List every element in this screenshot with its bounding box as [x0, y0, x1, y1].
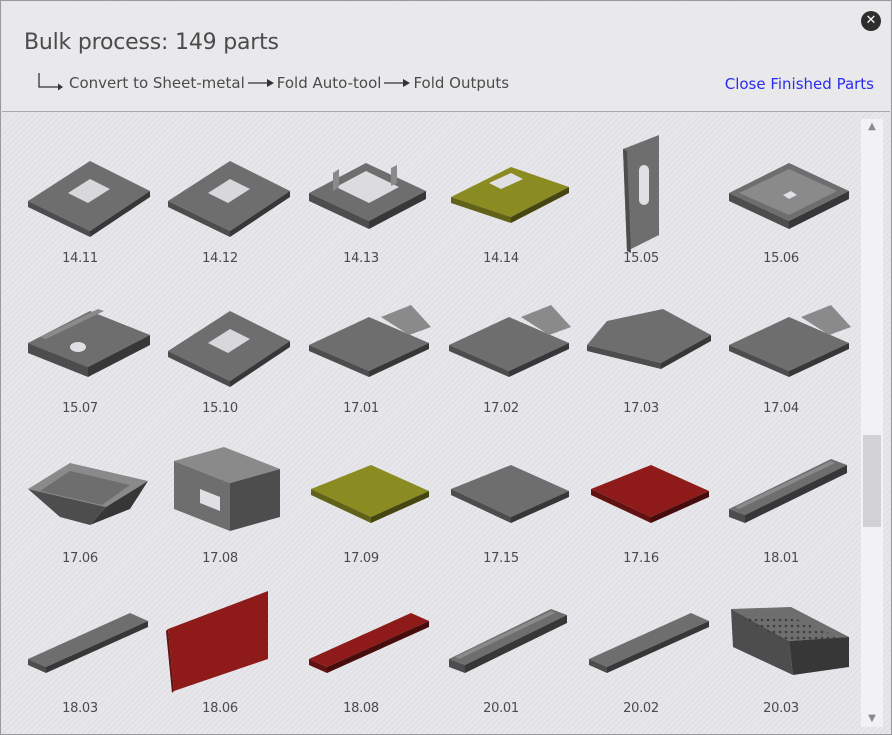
part-tile[interactable]: 17.09 — [291, 413, 431, 566]
part-tile[interactable]: 18.06 — [150, 563, 290, 716]
part-thumbnail — [28, 613, 148, 673]
parts-grid: 14.11 14.12 14.13 14.14 15.05 15.06 15.0… — [2, 113, 860, 734]
bulk-process-dialog: Bulk process: 149 parts ✕ Convert to She… — [0, 0, 892, 735]
part-label: 20.01 — [483, 701, 519, 716]
right-arrow-icon — [247, 76, 275, 90]
part-tile[interactable]: 18.03 — [10, 563, 150, 716]
part-tile[interactable]: 20.01 — [431, 563, 571, 716]
part-tile[interactable]: 14.13 — [291, 113, 431, 266]
part-tile[interactable]: 15.06 — [711, 113, 851, 266]
part-thumbnail — [309, 305, 431, 377]
scroll-thumb[interactable] — [863, 435, 881, 527]
part-tile[interactable]: 15.07 — [10, 263, 150, 416]
part-thumbnail — [168, 311, 290, 387]
part-tile[interactable]: 17.15 — [431, 413, 571, 566]
dialog-title: Bulk process: 149 parts — [24, 30, 279, 55]
part-tile[interactable]: 17.04 — [711, 263, 851, 416]
close-x-icon[interactable]: ✕ — [861, 11, 881, 31]
part-thumbnail — [731, 607, 849, 675]
part-tile[interactable]: 14.11 — [10, 113, 150, 266]
pipeline-step-fold-autotool: Fold Auto-tool — [276, 74, 382, 92]
part-thumbnail — [28, 309, 150, 377]
part-tile[interactable]: 17.06 — [10, 413, 150, 566]
part-tile[interactable]: 18.01 — [711, 413, 851, 566]
part-thumbnail — [174, 447, 280, 531]
close-finished-parts-link[interactable]: Close Finished Parts — [725, 75, 874, 93]
part-tile[interactable]: 20.03 — [711, 563, 851, 716]
part-thumbnail — [309, 613, 429, 673]
elbow-arrow-icon — [36, 72, 66, 92]
part-label: 20.03 — [763, 701, 799, 716]
scroll-up-icon[interactable]: ▲ — [861, 119, 883, 135]
part-tile[interactable]: 18.08 — [291, 563, 431, 716]
part-thumbnail — [729, 163, 849, 229]
part-thumbnail — [28, 161, 150, 237]
vertical-scrollbar[interactable]: ▲ ▼ — [861, 119, 883, 727]
scroll-down-icon[interactable]: ▼ — [861, 711, 883, 727]
part-tile[interactable]: 20.02 — [571, 563, 711, 716]
part-tile[interactable]: 17.08 — [150, 413, 290, 566]
pipeline-breadcrumb: Convert to Sheet-metal Fold Auto-tool Fo… — [36, 66, 510, 92]
part-thumbnail — [729, 459, 847, 523]
right-arrow-icon — [383, 76, 411, 90]
part-tile[interactable]: 15.10 — [150, 263, 290, 416]
part-tile[interactable]: 14.12 — [150, 113, 290, 266]
part-thumbnail — [591, 465, 709, 523]
part-thumbnail — [587, 309, 711, 369]
pipeline-step-convert: Convert to Sheet-metal — [69, 74, 245, 92]
part-label: 18.06 — [202, 701, 238, 716]
part-thumbnail — [729, 305, 851, 377]
part-tile[interactable]: 17.03 — [571, 263, 711, 416]
part-thumbnail — [449, 305, 571, 377]
part-thumbnail — [168, 161, 290, 237]
part-thumbnail — [166, 591, 268, 693]
part-label: 18.08 — [343, 701, 379, 716]
pipeline-step-fold-outputs: Fold Outputs — [413, 74, 510, 92]
part-tile[interactable]: 17.16 — [571, 413, 711, 566]
part-thumbnail — [309, 163, 426, 229]
part-thumbnail — [449, 609, 567, 673]
part-label: 20.02 — [623, 701, 659, 716]
part-thumbnail — [28, 463, 148, 525]
part-thumbnail — [589, 613, 709, 673]
part-thumbnail — [451, 167, 569, 223]
part-thumbnail — [451, 465, 569, 523]
part-tile[interactable]: 14.14 — [431, 113, 571, 266]
dialog-header: Bulk process: 149 parts ✕ Convert to She… — [2, 2, 890, 112]
part-label: 18.03 — [62, 701, 98, 716]
part-tile[interactable]: 17.02 — [431, 263, 571, 416]
part-thumbnail — [623, 135, 659, 253]
part-tile[interactable]: 17.01 — [291, 263, 431, 416]
part-tile[interactable]: 15.05 — [571, 113, 711, 266]
part-thumbnail — [311, 465, 429, 523]
